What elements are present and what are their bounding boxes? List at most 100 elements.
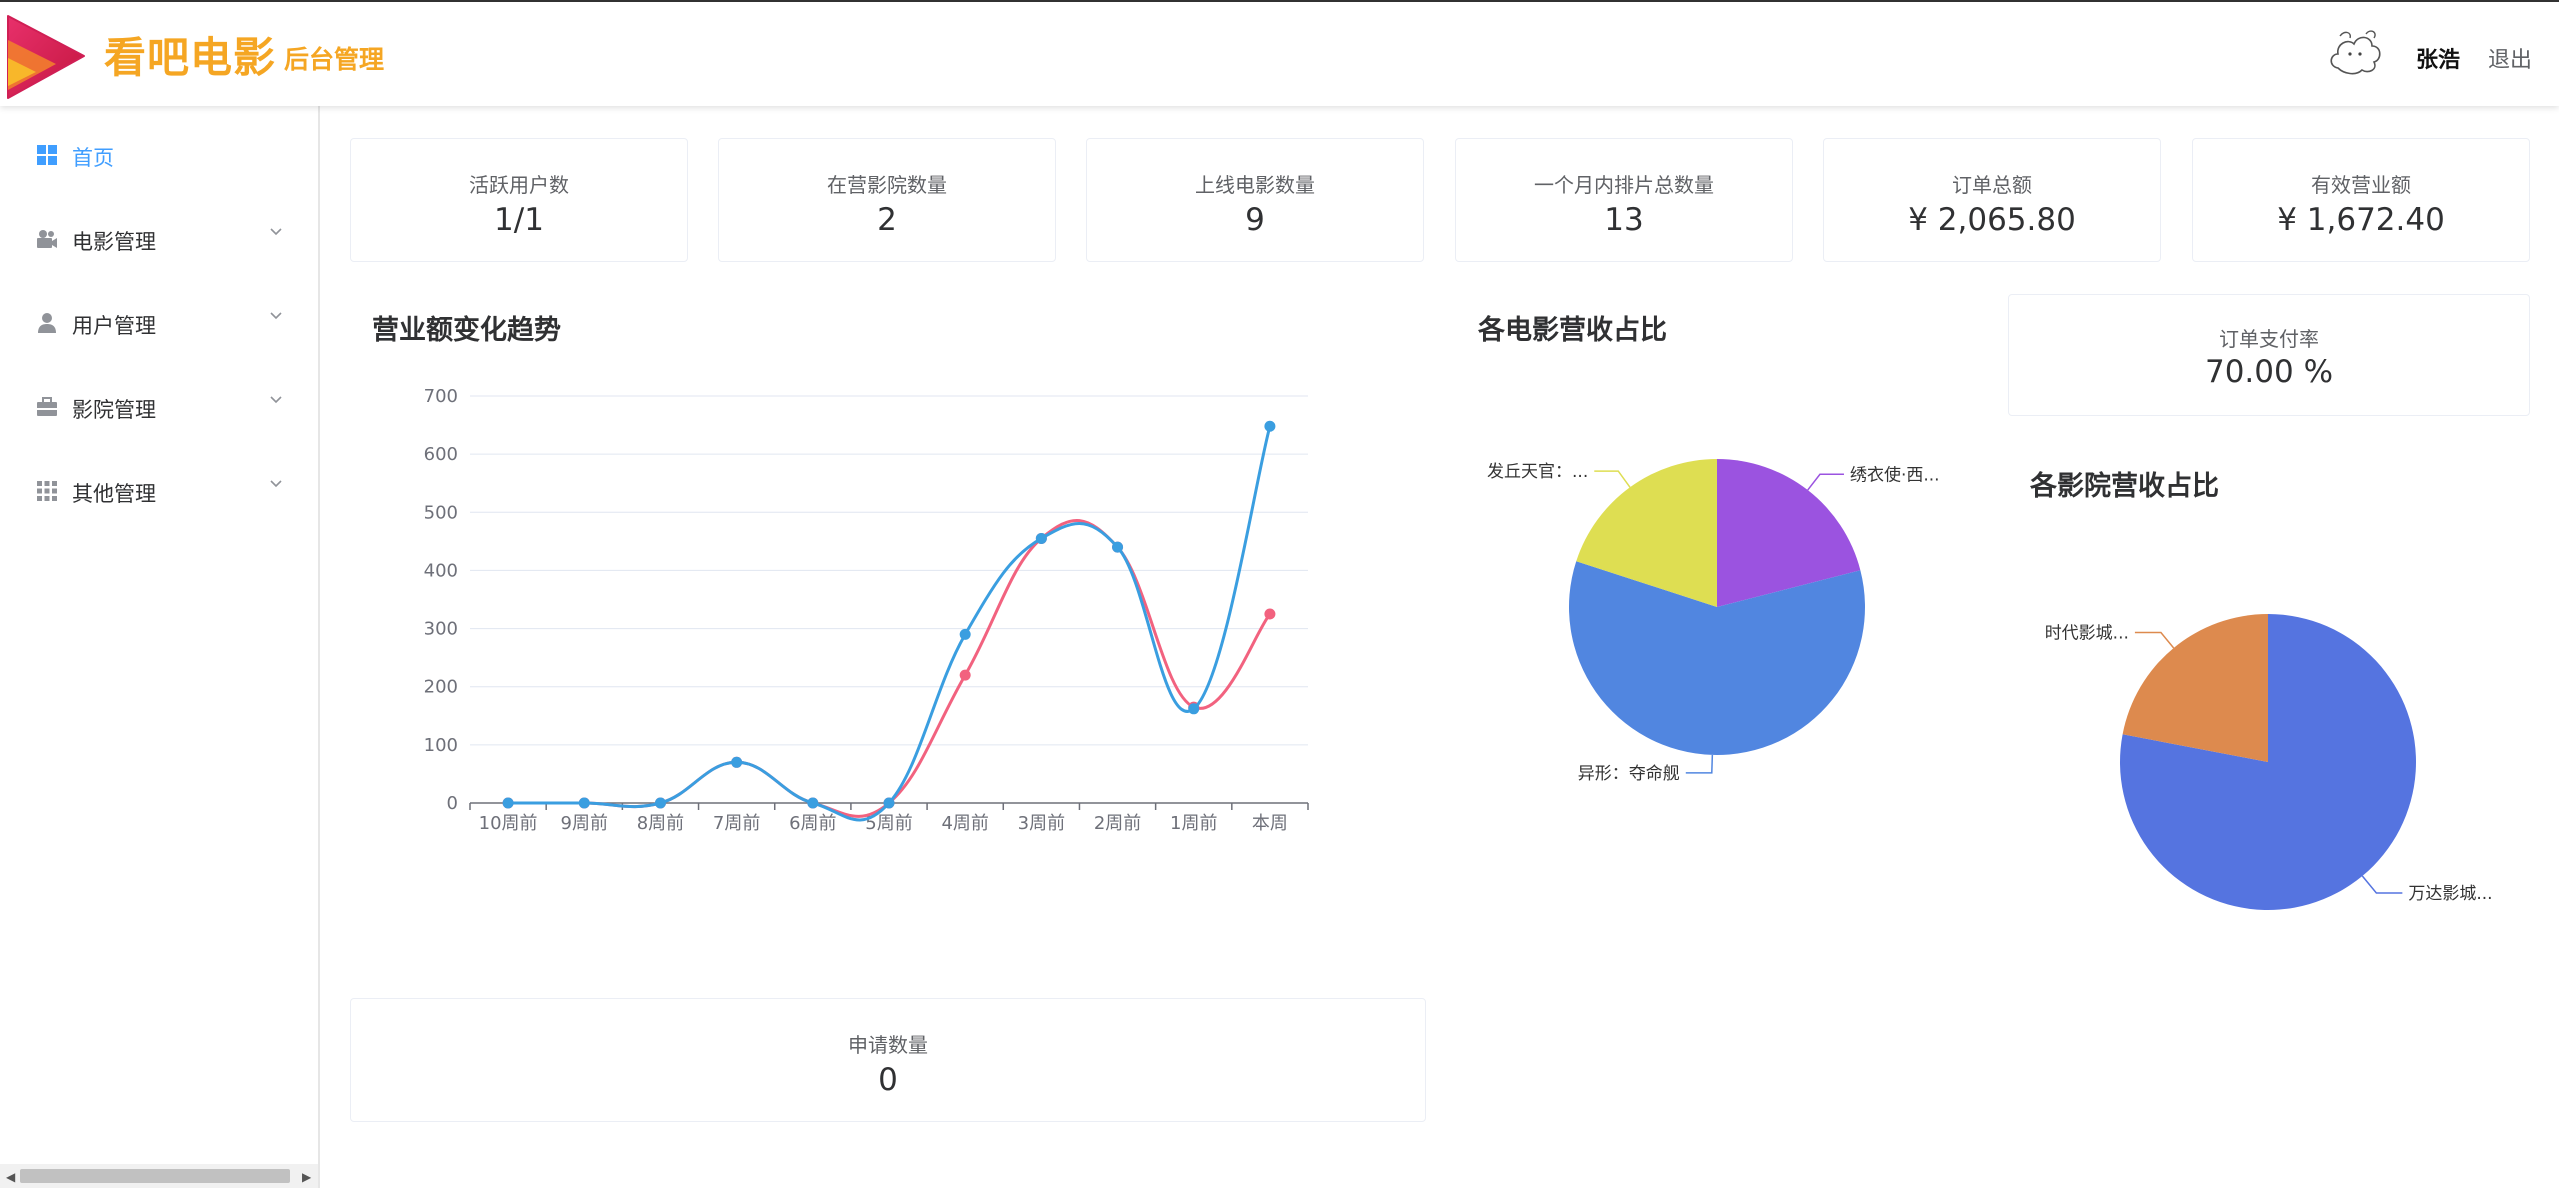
apply-label: 申请数量 <box>848 1033 928 1057</box>
app-subtitle: 后台管理 <box>284 45 385 74</box>
scroll-right-arrow-icon[interactable]: ▶ <box>302 1170 311 1184</box>
x-tick-label: 8周前 <box>637 813 684 834</box>
x-tick-label: 10周前 <box>479 813 538 834</box>
data-point[interactable] <box>1112 541 1124 553</box>
x-tick-label: 本周 <box>1252 813 1288 834</box>
pay-rate-card: 订单支付率 70.00 % <box>2008 294 2530 416</box>
apply-count-card: 申请数量 0 <box>350 998 1426 1122</box>
trend-chart-title: 营业额变化趋势 <box>372 315 561 346</box>
pie-slice-label: 发丘天官：... <box>1487 462 1588 482</box>
top-header: 看吧电影 后台管理 张浩 退出 <box>0 2 2559 106</box>
stat-card-order-total: 订单总额 ¥ 2,065.80 <box>1823 138 2161 262</box>
y-tick-label: 300 <box>424 619 458 640</box>
grid-icon <box>37 145 57 165</box>
y-tick-label: 200 <box>424 677 458 698</box>
briefcase-icon <box>37 397 57 416</box>
y-tick-label: 700 <box>424 386 458 407</box>
trend-line-chart: 010020030040050060070010周前 9周前 8周前 7周前 6周前 5周… <box>424 386 1309 834</box>
chevron-down-icon <box>270 396 282 404</box>
pie-slice-label: 异形：夺命舰 <box>1578 764 1680 784</box>
pay-rate-value: 70.00 % <box>2204 354 2334 390</box>
data-point[interactable] <box>807 797 819 809</box>
pie-label-line <box>1594 470 1631 488</box>
x-tick-label: 3周前 <box>1018 813 1065 834</box>
sidebar-item-label: 首页 <box>72 146 114 170</box>
data-point[interactable] <box>502 797 514 809</box>
y-tick-label: 0 <box>447 793 458 814</box>
sidebar-item-cinemas[interactable]: 影院管理 <box>0 378 318 438</box>
avatar[interactable] <box>2326 28 2384 78</box>
data-point[interactable] <box>578 797 590 809</box>
chevron-down-icon <box>270 228 282 236</box>
pie-label-line <box>1685 754 1714 774</box>
stat-value: 2 <box>877 202 897 238</box>
app-title: 看吧电影 <box>104 33 277 82</box>
y-tick-label: 600 <box>424 444 458 465</box>
movie-revenue-pie-chart: 绣衣使·西... 异形：夺命舰 发丘天官：... <box>1487 459 1940 784</box>
pie-slice-label: 绣衣使·西... <box>1850 464 1940 485</box>
stat-label: 一个月内排片总数量 <box>1534 173 1714 197</box>
sidebar-item-others[interactable]: 其他管理 <box>0 462 318 522</box>
sidebar-item-label: 用户管理 <box>72 314 156 338</box>
apps-icon <box>37 481 57 501</box>
scroll-left-arrow-icon[interactable]: ◀ <box>6 1170 15 1184</box>
data-point[interactable] <box>959 669 971 681</box>
sidebar-item-label: 影院管理 <box>72 398 156 422</box>
cinema-share-title: 各影院营收占比 <box>2030 471 2219 502</box>
x-tick-label: 1周前 <box>1170 813 1217 834</box>
data-point[interactable] <box>883 797 895 809</box>
pay-rate-label: 订单支付率 <box>2219 327 2319 351</box>
pie-label-line <box>1807 473 1844 491</box>
camera-icon <box>37 230 57 248</box>
stat-card-movies: 上线电影数量 9 <box>1086 138 1424 262</box>
scrollbar-thumb[interactable] <box>20 1169 290 1183</box>
pie-label-line <box>2361 875 2403 894</box>
apply-value: 0 <box>878 1062 898 1098</box>
x-tick-label: 6周前 <box>789 813 836 834</box>
stat-card-schedules: 一个月内排片总数量 13 <box>1455 138 1793 262</box>
stat-card-active-users: 活跃用户数 1/1 <box>350 138 688 262</box>
x-tick-label: 7周前 <box>713 813 760 834</box>
stat-label: 在营影院数量 <box>827 173 947 197</box>
stat-card-cinemas: 在营影院数量 2 <box>718 138 1056 262</box>
x-tick-label: 4周前 <box>941 813 988 834</box>
series-line <box>508 518 1272 818</box>
pie-slice-label: 时代影城... <box>2045 624 2129 644</box>
stat-value: 13 <box>1604 202 1644 238</box>
stat-value: ¥ 2,065.80 <box>1908 202 2076 238</box>
stat-value: ¥ 1,672.40 <box>2277 202 2445 238</box>
stat-label: 活跃用户数 <box>469 173 569 197</box>
sidebar-item-movies[interactable]: 电影管理 <box>0 210 318 270</box>
sidebar-item-home[interactable]: 首页 <box>0 126 318 186</box>
stat-value: 9 <box>1245 202 1265 238</box>
data-point[interactable] <box>1264 608 1276 620</box>
user-icon <box>38 313 56 333</box>
sidebar-item-users[interactable]: 用户管理 <box>0 294 318 354</box>
movie-share-title: 各电影营收占比 <box>1478 315 1667 346</box>
y-tick-label: 100 <box>424 735 458 756</box>
data-point[interactable] <box>1188 703 1200 715</box>
sidebar-item-label: 电影管理 <box>72 230 156 254</box>
sidebar: 首页 电影管理 用户管理 影院管理 其他管理 <box>0 106 320 1188</box>
chevron-down-icon <box>270 312 282 320</box>
data-point[interactable] <box>731 756 743 768</box>
y-tick-label: 500 <box>424 502 458 523</box>
data-point[interactable] <box>1264 420 1276 432</box>
pie-slice-label: 万达影城... <box>2408 884 2492 904</box>
stat-label: 上线电影数量 <box>1195 173 1315 197</box>
stat-label: 订单总额 <box>1952 173 2032 197</box>
data-point[interactable] <box>1035 532 1047 544</box>
sidebar-item-label: 其他管理 <box>72 482 156 506</box>
x-tick-label: 9周前 <box>561 813 608 834</box>
x-tick-label: 2周前 <box>1094 813 1141 834</box>
logout-link[interactable]: 退出 <box>2488 42 2532 74</box>
data-point[interactable] <box>959 628 971 640</box>
stat-card-revenue: 有效营业额 ¥ 1,672.40 <box>2192 138 2530 262</box>
sidebar-horizontal-scrollbar[interactable]: ◀ ▶ <box>0 1164 318 1188</box>
chevron-down-icon <box>270 480 282 488</box>
pie-label-line <box>2134 631 2175 649</box>
data-point[interactable] <box>654 797 666 809</box>
series-line <box>508 425 1272 822</box>
username: 张浩 <box>2416 48 2461 73</box>
logo-play-icon <box>7 15 85 99</box>
